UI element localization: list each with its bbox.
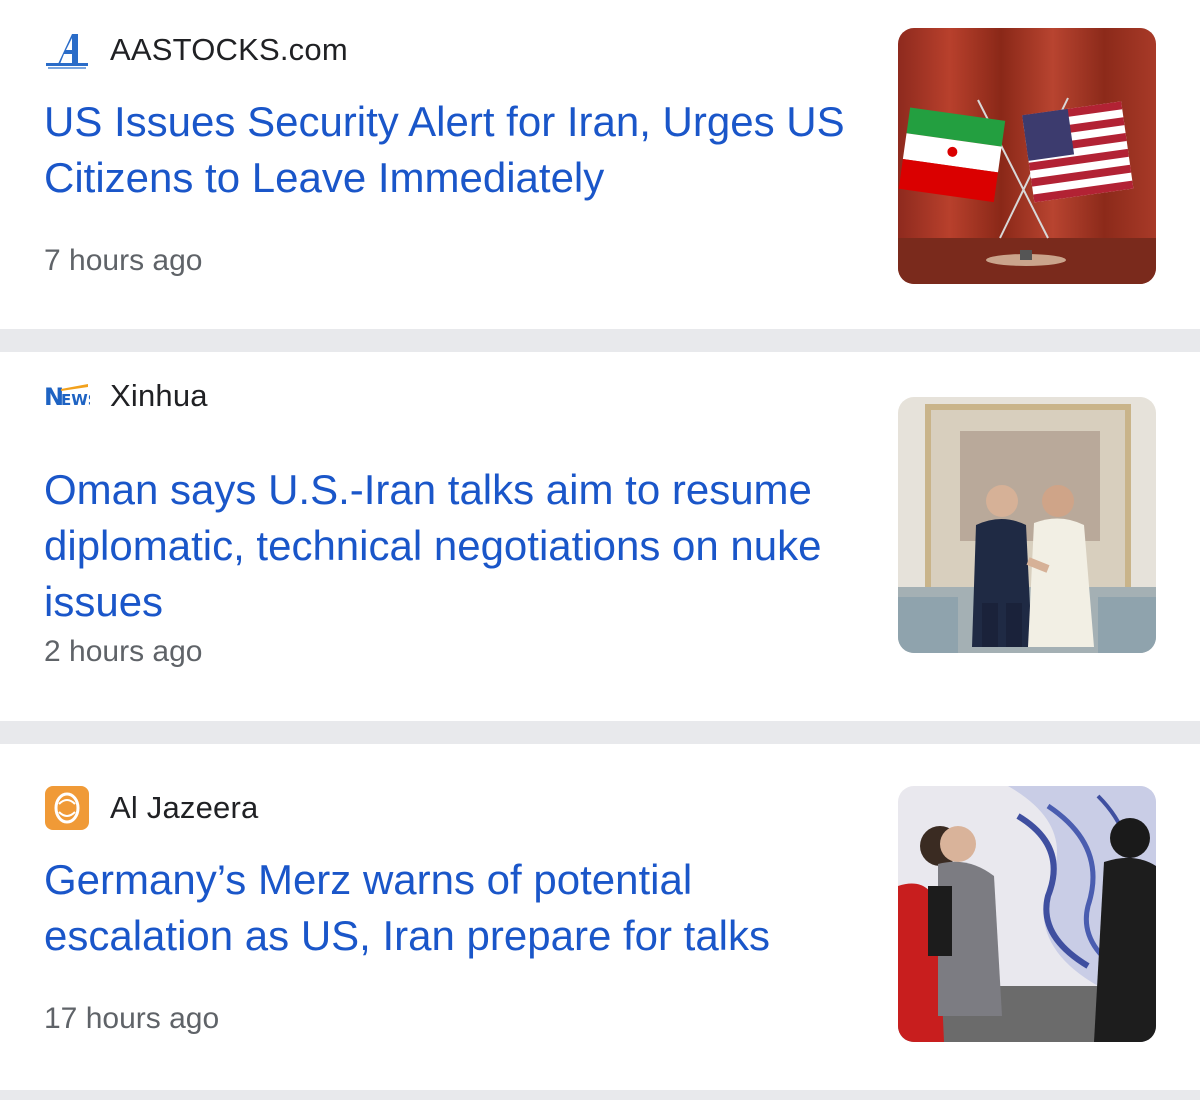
news-source: N EWS Xinhua: [44, 374, 208, 418]
news-card[interactable]: Al Jazeera Germany’s Merz warns of poten…: [0, 744, 1200, 1090]
news-source: Al Jazeera: [44, 786, 258, 830]
aastocks-logo-icon: [44, 28, 90, 72]
news-card[interactable]: AASTOCKS.com US Issues Security Alert fo…: [0, 0, 1200, 329]
source-name: AASTOCKS.com: [110, 32, 348, 67]
diplomats-handshake-image: [898, 397, 1156, 653]
iran-us-flags-image: [898, 28, 1156, 284]
article-timestamp: 7 hours ago: [44, 244, 203, 277]
news-source: AASTOCKS.com: [44, 28, 348, 72]
source-name: Xinhua: [110, 378, 208, 413]
source-name: Al Jazeera: [110, 790, 259, 825]
news-card[interactable]: N EWS Xinhua Oman says U.S.-Iran talks a…: [0, 352, 1200, 721]
article-headline[interactable]: Oman says U.S.-Iran talks aim to resume …: [44, 462, 864, 630]
article-headline[interactable]: US Issues Security Alert for Iran, Urges…: [44, 94, 864, 206]
street-mural-pedestrians-image: [898, 786, 1156, 1042]
article-thumbnail[interactable]: [898, 397, 1156, 653]
article-timestamp: 2 hours ago: [44, 635, 203, 668]
news-feed: AASTOCKS.com US Issues Security Alert fo…: [0, 0, 1200, 1090]
article-headline[interactable]: Germany’s Merz warns of potential escala…: [44, 852, 864, 964]
article-thumbnail[interactable]: [898, 786, 1156, 1042]
svg-text:EWS: EWS: [61, 391, 90, 409]
xinhua-news-logo-icon: N EWS: [44, 374, 90, 418]
article-timestamp: 17 hours ago: [44, 1002, 220, 1035]
article-thumbnail[interactable]: [898, 28, 1156, 284]
al-jazeera-logo-icon: [44, 786, 90, 830]
